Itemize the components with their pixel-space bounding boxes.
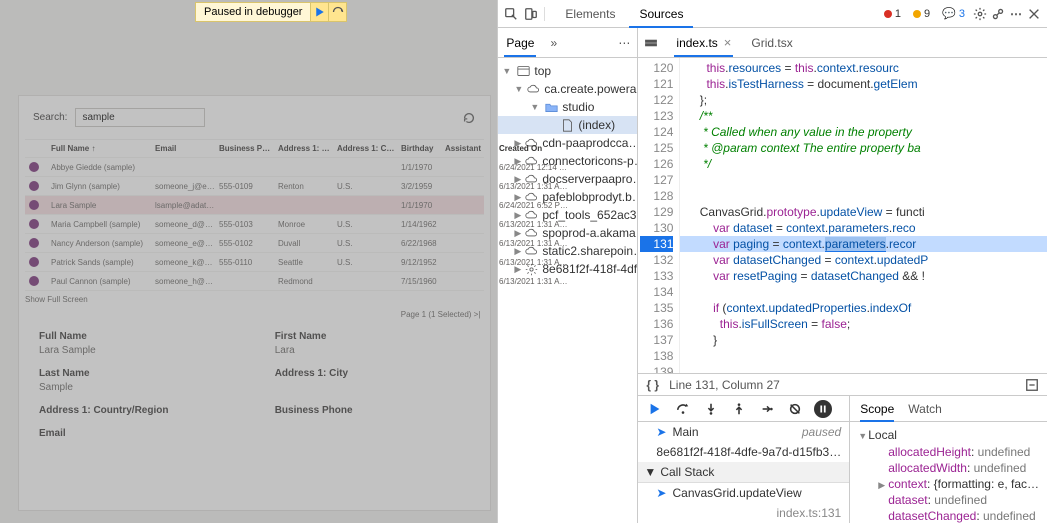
table-row[interactable]: Abbye Giedde (sample)1/1/19706/24/2021 1…: [25, 158, 484, 177]
pretty-print-icon[interactable]: { }: [646, 378, 659, 392]
step-button[interactable]: [758, 400, 776, 418]
table-row[interactable]: Nancy Anderson (sample)someone_e@exa…555…: [25, 234, 484, 253]
close-icon[interactable]: [1027, 7, 1041, 21]
folder-icon: [544, 100, 558, 114]
banner-resume-button[interactable]: [310, 3, 328, 21]
scope-variable[interactable]: allocatedWidth: undefined: [850, 460, 1047, 476]
show-full-screen-link[interactable]: Show Full Screen: [19, 291, 490, 308]
callstack-header[interactable]: ▼Call Stack: [638, 462, 849, 483]
table-row[interactable]: Paul Cannon (sample)someone_h@exa…Redmon…: [25, 272, 484, 291]
table-row[interactable]: Jim Glynn (sample)someone_j@exa…555-0109…: [25, 177, 484, 196]
navigator-tab-more-icon[interactable]: »: [548, 30, 559, 56]
resume-button[interactable]: [646, 400, 664, 418]
inspect-icon[interactable]: [504, 7, 518, 21]
error-badge[interactable]: 1: [880, 8, 905, 20]
step-into-button[interactable]: [702, 400, 720, 418]
settings-icon[interactable]: [973, 7, 987, 21]
scope-variable[interactable]: allocatedHeight: undefined: [850, 444, 1047, 460]
warning-badge[interactable]: 9: [909, 8, 934, 20]
pager[interactable]: Page 1 (1 Selected) >|: [19, 308, 490, 321]
file-tab-index[interactable]: index.ts×: [674, 29, 733, 56]
navigator-toggle-icon[interactable]: [644, 36, 658, 50]
link-icon[interactable]: [991, 7, 1005, 21]
tab-scope[interactable]: Scope: [860, 397, 894, 421]
data-grid[interactable]: Full Name ↑ Email Business Phone Address…: [25, 139, 484, 291]
status-line: { } Line 131, Column 27: [638, 373, 1047, 395]
scope-variable[interactable]: dataset: undefined: [850, 492, 1047, 508]
code-editor[interactable]: 1201211221231241251261271281291301311321…: [638, 58, 1047, 373]
table-row[interactable]: Lara Samplelsample@adatu…1/1/19706/24/20…: [25, 196, 484, 215]
file-tab-grid[interactable]: Grid.tsx: [749, 30, 794, 56]
scope-variable[interactable]: datasetChanged: undefined: [850, 508, 1047, 523]
device-toggle-icon[interactable]: [524, 7, 538, 21]
search-label: Search:: [33, 112, 67, 123]
file-tabs: index.ts× Grid.tsx: [638, 28, 1047, 58]
banner-step-button[interactable]: [328, 3, 346, 21]
devtools: Elements Sources 1 9 💬3 ⋯ Page » ⋯ ▼top …: [497, 0, 1047, 523]
debugger-pause-banner: Paused in debugger: [195, 2, 347, 22]
devtools-topbar: Elements Sources 1 9 💬3 ⋯: [498, 0, 1047, 28]
pause-on-exceptions-button[interactable]: [814, 400, 832, 418]
scope-variable[interactable]: ▶context: {formatting: e, fac…: [850, 476, 1047, 492]
cloud-icon: [527, 82, 540, 96]
file-tree[interactable]: ▼top ▼ca.create.powera… ▼studio (index) …: [498, 58, 637, 523]
table-row[interactable]: Maria Campbell (sample)someone_d@exa…555…: [25, 215, 484, 234]
tab-sources[interactable]: Sources: [629, 1, 693, 27]
detail-pane: Full NameLara Sample First NameLara Last…: [19, 321, 490, 459]
search-input[interactable]: [75, 108, 205, 127]
thread-main[interactable]: ➤Mainpaused: [638, 422, 849, 442]
paused-label: Paused in debugger: [196, 3, 310, 21]
navigator-tab-page[interactable]: Page: [504, 30, 536, 56]
grid-header: Full Name ↑ Email Business Phone Address…: [25, 140, 484, 158]
tab-elements[interactable]: Elements: [555, 1, 625, 27]
debugger-controls: [638, 396, 849, 422]
refresh-icon[interactable]: [462, 111, 476, 125]
tab-watch[interactable]: Watch: [908, 397, 942, 421]
info-badge[interactable]: 💬3: [938, 7, 969, 20]
more-icon[interactable]: ⋯: [1009, 7, 1023, 21]
scope-body[interactable]: ▼Local allocatedHeight: undefinedallocat…: [850, 422, 1047, 523]
window-icon: [516, 64, 530, 78]
navigator-pane: Page » ⋯ ▼top ▼ca.create.powera… ▼studio…: [498, 28, 638, 523]
thread-detail[interactable]: 8e681f2f-418f-4dfe-9a7d-d15fb3…: [638, 442, 849, 462]
deactivate-breakpoints-button[interactable]: [786, 400, 804, 418]
navigator-more-icon[interactable]: ⋯: [617, 36, 631, 50]
app-card: Search: Full Name ↑ Email Business Phone…: [18, 95, 491, 511]
step-out-button[interactable]: [730, 400, 748, 418]
coverage-icon[interactable]: [1025, 378, 1039, 392]
close-tab-icon[interactable]: ×: [724, 35, 732, 50]
document-icon: [560, 118, 574, 132]
table-row[interactable]: Patrick Sands (sample)someone_k@exa…555-…: [25, 253, 484, 272]
step-over-button[interactable]: [674, 400, 692, 418]
callstack-frame[interactable]: ➤CanvasGrid.updateView: [638, 483, 849, 503]
